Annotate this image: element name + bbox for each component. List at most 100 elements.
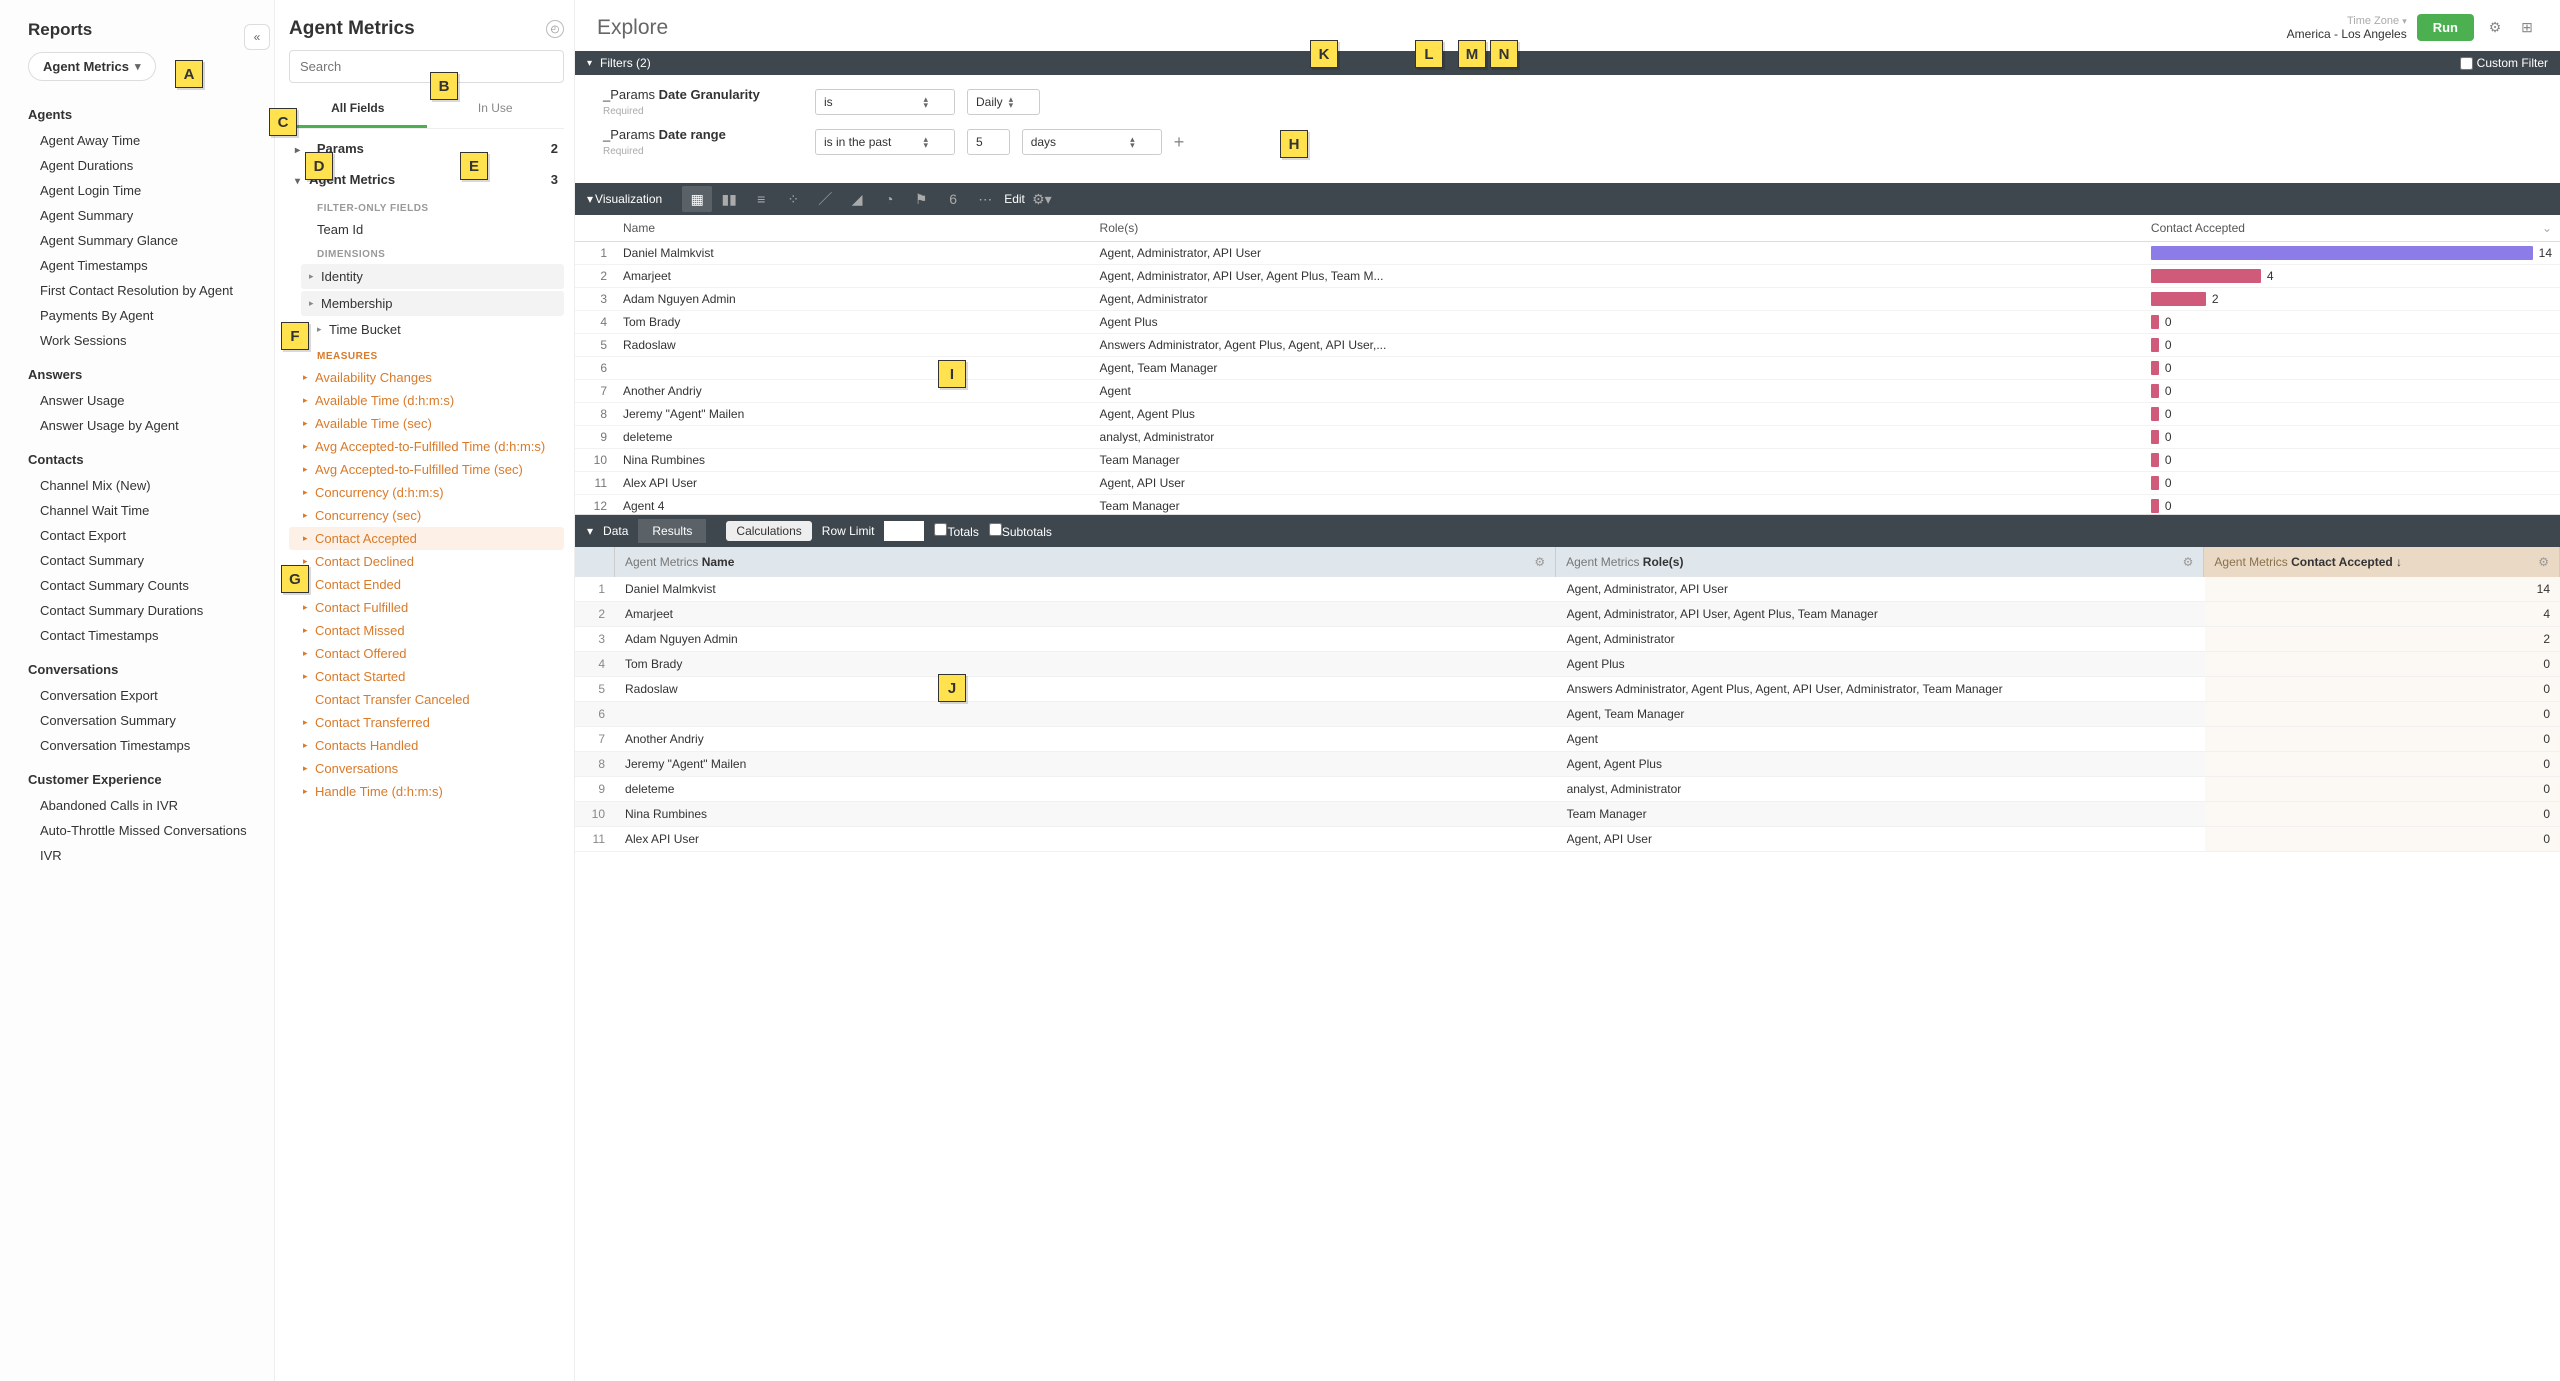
visualization-header-bar[interactable]: ▾ Visualization ▦ ▮▮ ≡ ⁘ ／ ◢ ◔ ⚑ 6 ⋯ Edi… [575,183,2560,215]
measure-item[interactable]: ▸ Contact Ended [289,573,564,596]
sidebar-item[interactable]: Channel Wait Time [28,498,254,523]
add-filter-icon[interactable]: + [1174,132,1185,153]
measure-item[interactable]: ▸ Contact Offered [289,642,564,665]
sidebar-item[interactable]: Contact Timestamps [28,623,254,648]
data-table-row[interactable]: 8Jeremy "Agent" MailenAgent, Agent Plus0 [575,752,2560,777]
dimension-group[interactable]: ▸ Identity [301,264,564,289]
recent-icon[interactable]: ◴ [546,20,564,38]
filter-value-input[interactable]: 5 [967,129,1010,155]
viz-table-row[interactable]: 12Agent 4Team Manager0 [575,495,2560,516]
measure-item[interactable]: ▸ Available Time (d:h:m:s) [289,389,564,412]
measure-item[interactable]: ▸ Contact Accepted [289,527,564,550]
dimension-group[interactable]: ▸ Membership [301,291,564,316]
data-header-bar[interactable]: ▾ Data Results Calculations Row Limit To… [575,515,2560,547]
sidebar-item[interactable]: Agent Summary Glance [28,228,254,253]
data-table-row[interactable]: 7Another AndriyAgent0 [575,727,2560,752]
data-table-row[interactable]: 2AmarjeetAgent, Administrator, API User,… [575,602,2560,627]
viz-pie-icon[interactable]: ◔ [874,186,904,212]
measure-item[interactable]: ▸ Avg Accepted-to-Fulfilled Time (sec) [289,458,564,481]
sidebar-item[interactable]: Work Sessions [28,328,254,353]
viz-column-icon[interactable]: ▮▮ [714,186,744,212]
measure-item[interactable]: ▸ Contacts Handled [289,734,564,757]
viz-table-row[interactable]: 9deletemeanalyst, Administrator0 [575,426,2560,449]
viz-line-icon[interactable]: ／ [810,186,840,212]
sidebar-item[interactable]: IVR [28,843,254,868]
data-col-roles[interactable]: Agent Metrics Role(s) ⚙ [1556,547,2204,577]
sidebar-item[interactable]: Contact Summary [28,548,254,573]
viz-table-row[interactable]: 2AmarjeetAgent, Administrator, API User,… [575,265,2560,288]
filter-operator-select[interactable]: is in the past▴▾ [815,129,955,155]
sidebar-item[interactable]: Agent Timestamps [28,253,254,278]
sidebar-item[interactable]: Answer Usage by Agent [28,413,254,438]
viz-map-icon[interactable]: ⚑ [906,186,936,212]
measure-item[interactable]: ▸ Availability Changes [289,366,564,389]
sidebar-item[interactable]: Conversation Export [28,683,254,708]
viz-table-row[interactable]: 6Agent, Team Manager0 [575,357,2560,380]
measure-item[interactable]: ▸ Concurrency (d:h:m:s) [289,481,564,504]
measure-item[interactable]: ▸ Contact Declined [289,550,564,573]
measure-item[interactable]: ▸ Contact Transferred [289,711,564,734]
sidebar-item[interactable]: Conversation Summary [28,708,254,733]
subtotals-toggle[interactable]: Subtotals [989,523,1052,539]
sidebar-item[interactable]: First Contact Resolution by Agent [28,278,254,303]
viz-col-name[interactable]: Name [615,215,1092,242]
viz-settings-gear-icon[interactable]: ⚙▾ [1027,186,1057,212]
column-gear-icon[interactable]: ⚙ [2183,555,2194,569]
field-search-input[interactable] [289,50,564,83]
tab-results[interactable]: Results [638,519,706,543]
viz-single-value-icon[interactable]: 6 [938,186,968,212]
tab-all-fields[interactable]: All Fields [289,91,427,128]
sidebar-item[interactable]: Contact Summary Durations [28,598,254,623]
viz-bar-icon[interactable]: ≡ [746,186,776,212]
timezone-selector[interactable]: Time Zone ▾ America - Los Angeles [2287,15,2407,41]
data-table-row[interactable]: 4Tom BradyAgent Plus0 [575,652,2560,677]
viz-table-row[interactable]: 4Tom BradyAgent Plus0 [575,311,2560,334]
sidebar-item[interactable]: Contact Summary Counts [28,573,254,598]
report-selector[interactable]: Agent Metrics ▾ [28,52,156,81]
measure-item[interactable]: ▸ Avg Accepted-to-Fulfilled Time (d:h:m:… [289,435,564,458]
viz-area-icon[interactable]: ◢ [842,186,872,212]
sidebar-item[interactable]: Agent Away Time [28,128,254,153]
viz-table-row[interactable]: 11Alex API UserAgent, API User0 [575,472,2560,495]
filter-operator-select[interactable]: is▴▾ [815,89,955,115]
calculations-button[interactable]: Calculations [726,521,811,541]
data-table-row[interactable]: 6Agent, Team Manager0 [575,702,2560,727]
viz-col-roles[interactable]: Role(s) [1092,215,2143,242]
sidebar-item[interactable]: Agent Durations [28,153,254,178]
viz-scatter-icon[interactable]: ⁘ [778,186,808,212]
dimension-group[interactable]: ▸ Time Bucket [289,318,564,341]
column-gear-icon[interactable]: ⚙ [2538,555,2549,569]
viz-more-icon[interactable]: ⋯ [970,186,1000,212]
viz-table-row[interactable]: 1Daniel MalmkvistAgent, Administrator, A… [575,242,2560,265]
sidebar-item[interactable]: Conversation Timestamps [28,733,254,758]
row-limit-input[interactable] [884,521,924,541]
measure-item[interactable]: ▸ Available Time (sec) [289,412,564,435]
measure-item[interactable]: ▸ Contact Transfer Canceled [289,688,564,711]
viz-table-row[interactable]: 10Nina RumbinesTeam Manager0 [575,449,2560,472]
run-button[interactable]: Run [2417,14,2474,41]
data-table-row[interactable]: 9deletemeanalyst, Administrator0 [575,777,2560,802]
measure-item[interactable]: ▸ Contact Started [289,665,564,688]
viz-table-row[interactable]: 5RadoslawAnswers Administrator, Agent Pl… [575,334,2560,357]
data-table-row[interactable]: 11Alex API UserAgent, API User0 [575,827,2560,852]
measure-item[interactable]: ▸ Contact Fulfilled [289,596,564,619]
data-table-row[interactable]: 10Nina RumbinesTeam Manager0 [575,802,2560,827]
data-table-row[interactable]: 1Daniel MalmkvistAgent, Administrator, A… [575,577,2560,602]
viz-col-contact-accepted[interactable]: Contact Accepted ⌄ [2143,215,2560,242]
measure-item[interactable]: ▸ Handle Time (d:h:m:s) [289,780,564,803]
viz-table-row[interactable]: 7Another AndriyAgent0 [575,380,2560,403]
field-item[interactable]: Team Id [289,218,564,241]
collapse-sidebar-button[interactable]: « [244,24,270,50]
filters-header-bar[interactable]: ▾ Filters (2) Custom Filter [575,51,2560,75]
sidebar-item[interactable]: Payments By Agent [28,303,254,328]
filter-value-select[interactable]: Daily▴▾ [967,89,1040,115]
custom-filter-toggle[interactable]: Custom Filter [2460,56,2548,70]
sidebar-item[interactable]: Auto-Throttle Missed Conversations [28,818,254,843]
sidebar-item[interactable]: Agent Login Time [28,178,254,203]
data-table-row[interactable]: 3Adam Nguyen AdminAgent, Administrator2 [575,627,2560,652]
sidebar-item[interactable]: Channel Mix (New) [28,473,254,498]
viz-edit-link[interactable]: Edit [1004,192,1025,206]
viz-table-icon[interactable]: ▦ [682,186,712,212]
viz-table-row[interactable]: 8Jeremy "Agent" MailenAgent, Agent Plus0 [575,403,2560,426]
measure-item[interactable]: ▸ Concurrency (sec) [289,504,564,527]
